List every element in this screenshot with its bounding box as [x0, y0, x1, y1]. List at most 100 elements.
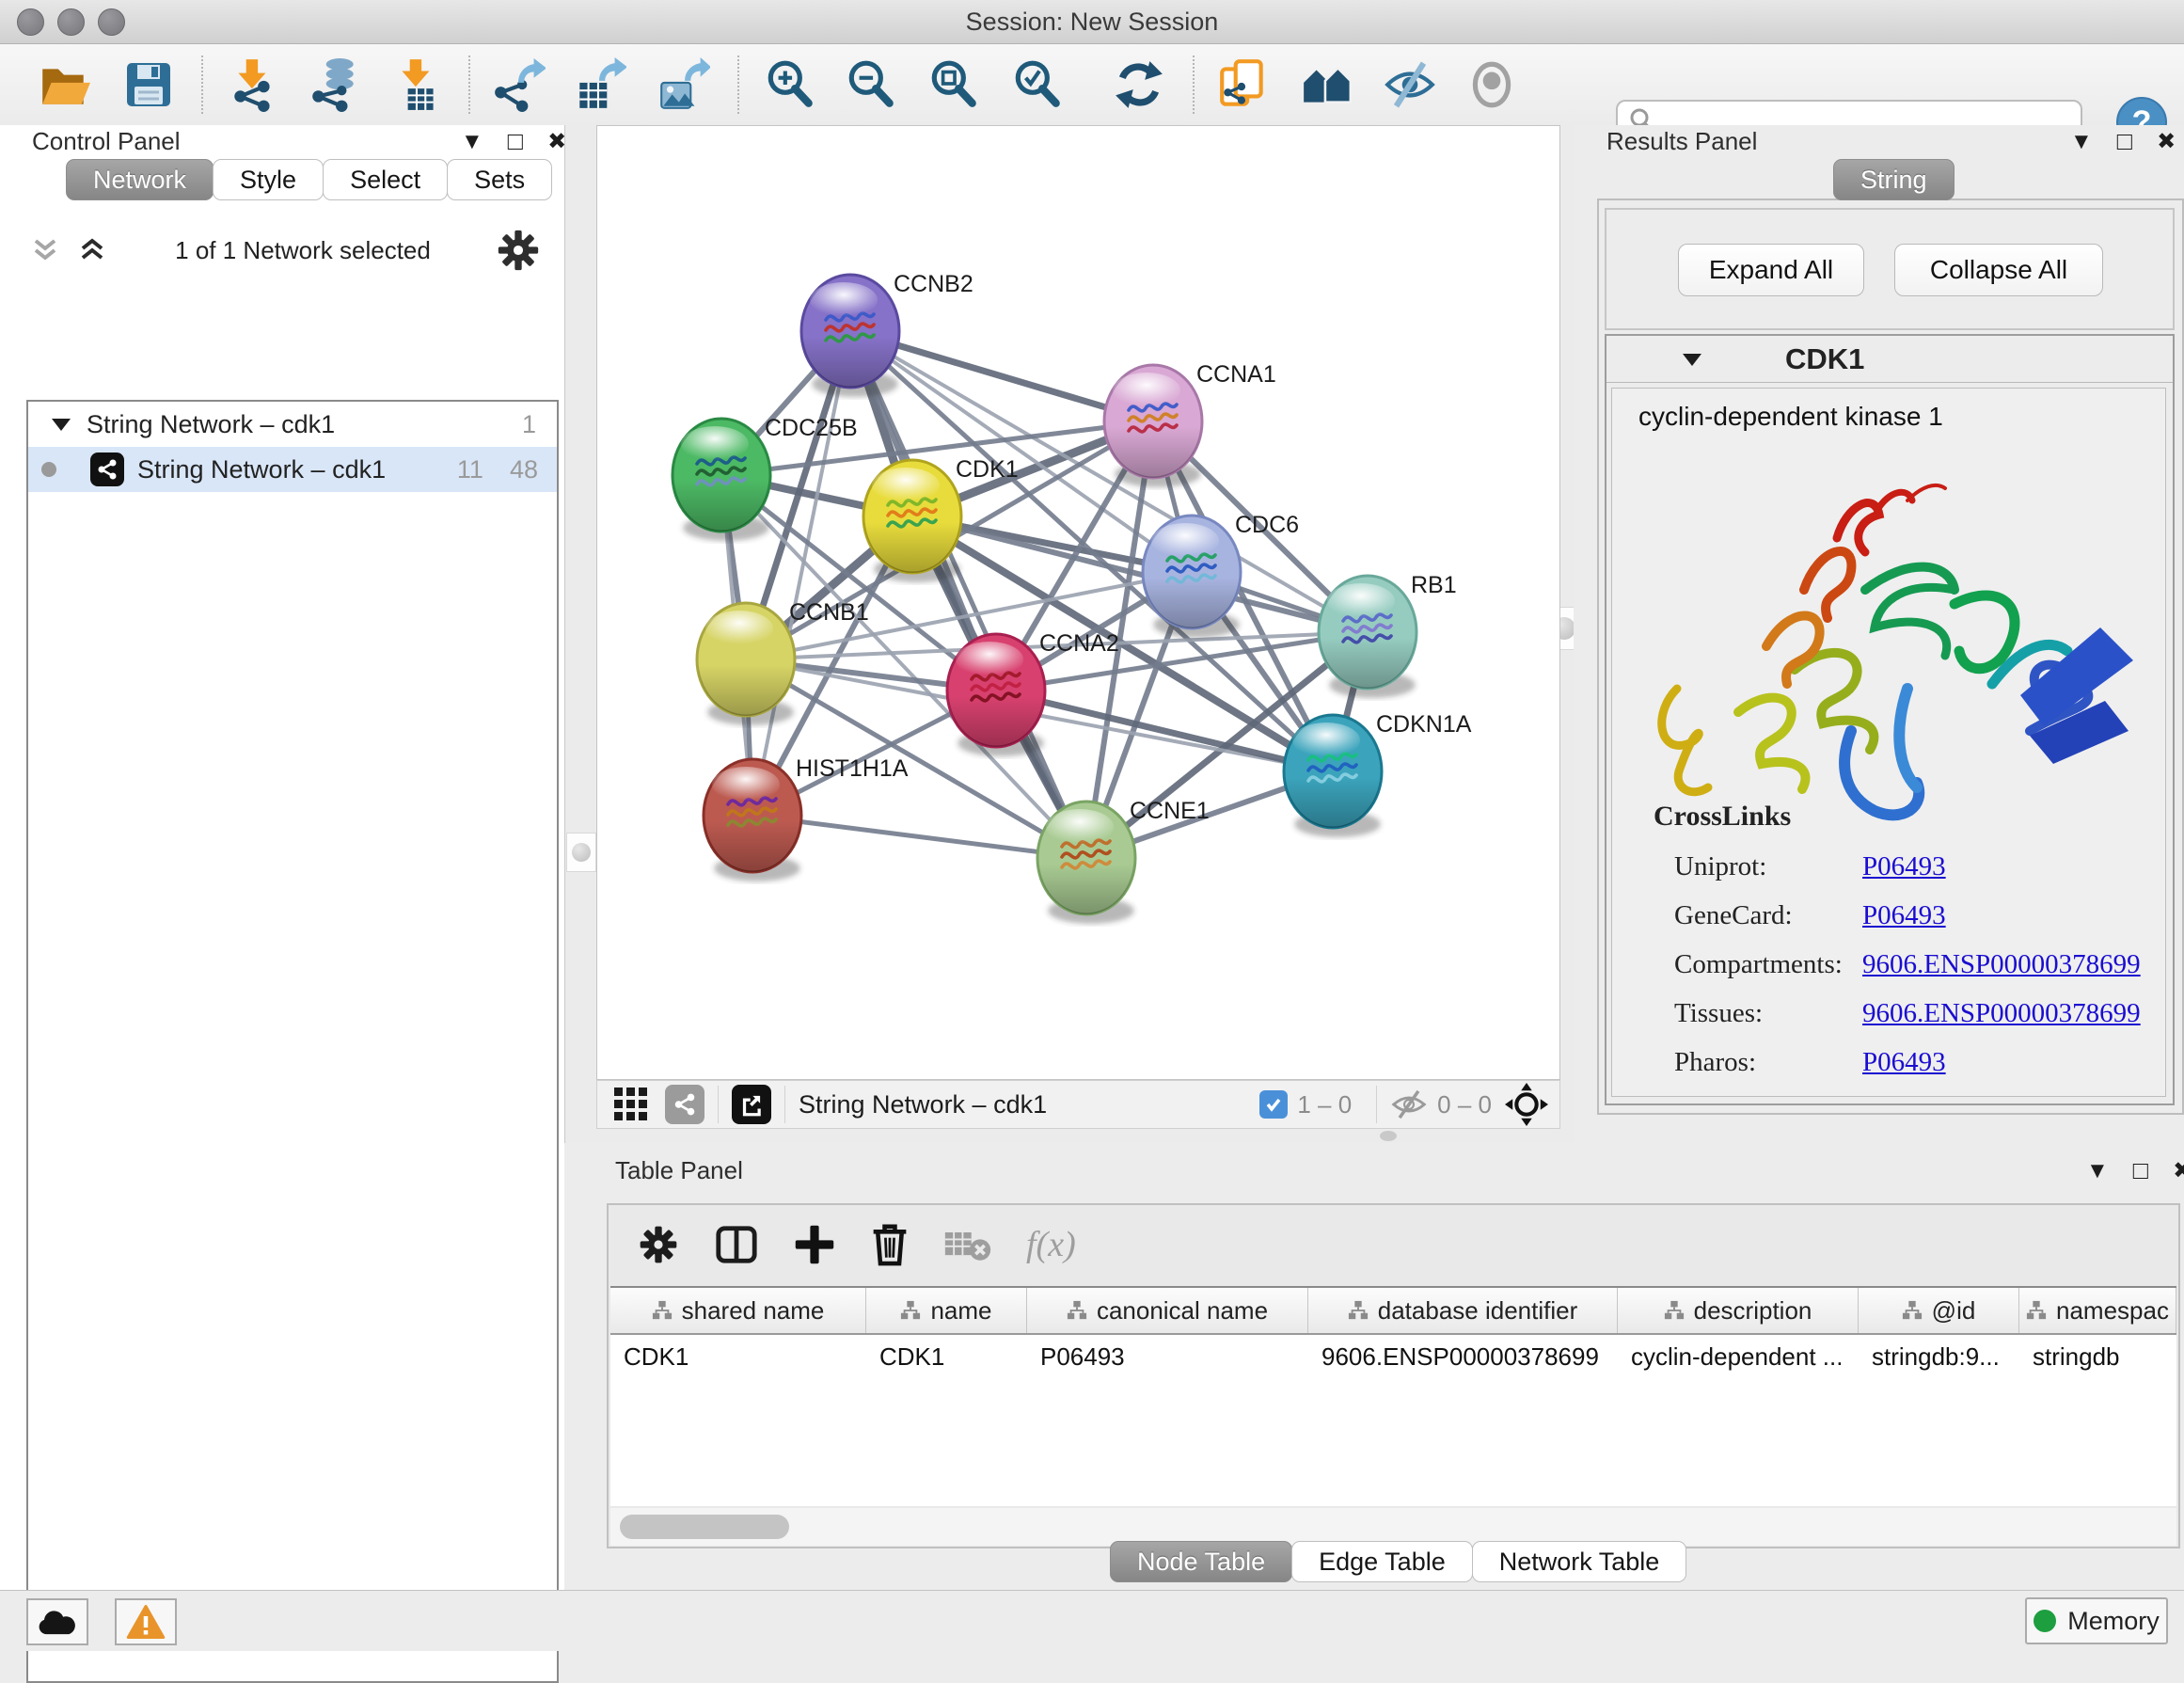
network-node-CCNA2[interactable]: [947, 634, 1045, 756]
tab-edge-table[interactable]: Edge Table: [1291, 1541, 1473, 1582]
memory-button[interactable]: Memory: [2025, 1597, 2168, 1644]
left-splitter[interactable]: [565, 125, 596, 1143]
network-node-CDKN1A[interactable]: [1284, 715, 1382, 837]
save-session-button[interactable]: [119, 55, 179, 115]
string-badge-icon[interactable]: [665, 1085, 704, 1124]
crosslink-link[interactable]: P06493: [1862, 851, 1946, 882]
node-result-header[interactable]: CDK1: [1606, 336, 2173, 383]
export-image-button[interactable]: [653, 55, 713, 115]
tab-select[interactable]: Select: [323, 159, 448, 200]
string-network-graph[interactable]: CCNB2CCNA1CDC25BCDK1CDC6RB1CCNB1CCNA2CDK…: [597, 126, 1559, 1079]
table-hscrollbar[interactable]: [610, 1508, 2176, 1546]
open-in-new-icon[interactable]: [732, 1085, 771, 1124]
open-session-button[interactable]: [34, 55, 94, 115]
column-label: shared name: [682, 1296, 825, 1326]
table-cell[interactable]: CDK1: [866, 1335, 1027, 1378]
table-cell[interactable]: 9606.ENSP00000378699: [1308, 1335, 1618, 1378]
hide-selected-button[interactable]: [1380, 55, 1440, 115]
tab-network[interactable]: Network: [66, 159, 214, 200]
birdseye-grid-icon[interactable]: [612, 1086, 650, 1123]
import-network-file-button[interactable]: [224, 55, 284, 115]
panel-close-icon[interactable]: ✖: [547, 131, 566, 153]
collapse-arrow-icon[interactable]: [1680, 347, 1704, 372]
delete-column-icon[interactable]: [870, 1223, 910, 1266]
expand-all-button[interactable]: Expand All: [1678, 244, 1864, 296]
panel-float-icon[interactable]: □: [508, 129, 523, 154]
zoom-fit-button[interactable]: [924, 55, 984, 115]
import-network-database-button[interactable]: [304, 55, 364, 115]
import-table-button[interactable]: [388, 55, 448, 115]
crosslink-link[interactable]: P06493: [1862, 900, 1946, 931]
network-options-gear-icon[interactable]: [497, 229, 540, 272]
tab-node-table[interactable]: Node Table: [1110, 1541, 1292, 1582]
panel-float-icon[interactable]: □: [2117, 129, 2132, 154]
table-cell[interactable]: stringdb: [2019, 1335, 2176, 1378]
scrollbar-thumb[interactable]: [620, 1515, 789, 1539]
network-canvas[interactable]: CCNB2CCNA1CDC25BCDK1CDC6RB1CCNB1CCNA2CDK…: [596, 125, 1560, 1080]
table-options-gear-icon[interactable]: [637, 1223, 680, 1266]
panel-float-icon[interactable]: □: [2133, 1158, 2148, 1183]
network-node-CCNB2[interactable]: [801, 275, 899, 397]
column-header-@id[interactable]: @id: [1859, 1288, 2019, 1333]
tab-network-table[interactable]: Network Table: [1472, 1541, 1687, 1582]
bottom-splitter-handle[interactable]: [1380, 1131, 1397, 1141]
expand-all-icon[interactable]: [75, 233, 109, 267]
warnings-button[interactable]: [115, 1598, 177, 1645]
column-header-canonical-name[interactable]: canonical name: [1027, 1288, 1308, 1333]
table-cell[interactable]: P06493: [1027, 1335, 1308, 1378]
column-header-description[interactable]: description: [1618, 1288, 1859, 1333]
zoom-in-button[interactable]: [760, 55, 820, 115]
home-button[interactable]: [1297, 55, 1357, 115]
network-node-CDK1[interactable]: [863, 460, 961, 582]
network-node-CCNE1[interactable]: [1037, 802, 1135, 924]
tab-style[interactable]: Style: [213, 159, 324, 200]
collapse-all-icon[interactable]: [28, 233, 62, 267]
network-node-CDC25B[interactable]: [673, 419, 770, 541]
collapse-all-button[interactable]: Collapse All: [1894, 244, 2103, 296]
tab-sets[interactable]: Sets: [447, 159, 552, 200]
table-row[interactable]: CDK1CDK1P064939606.ENSP00000378699cyclin…: [610, 1335, 2176, 1378]
add-column-icon[interactable]: [793, 1223, 836, 1266]
export-table-button[interactable]: [569, 55, 629, 115]
tab-string[interactable]: String: [1833, 159, 1955, 200]
network-node-CCNA1[interactable]: [1104, 365, 1202, 487]
crosslink-link[interactable]: 9606.ENSP00000378699: [1862, 949, 2141, 980]
panel-collapse-icon[interactable]: ▼: [461, 131, 483, 153]
cloud-button[interactable]: [26, 1598, 88, 1645]
column-header-namespac[interactable]: namespac: [2019, 1288, 2176, 1333]
zoom-out-button[interactable]: [841, 55, 901, 115]
hidden-eye-icon[interactable]: [1390, 1088, 1428, 1120]
zoom-selected-button[interactable]: [1007, 55, 1068, 115]
column-header-database-identifier[interactable]: database identifier: [1308, 1288, 1618, 1333]
network-edge-HIST1H1A-CCNE1[interactable]: [752, 816, 1086, 858]
show-columns-icon[interactable]: [714, 1222, 759, 1267]
panel-collapse-icon[interactable]: ▼: [2070, 131, 2093, 153]
column-header-shared-name[interactable]: shared name: [610, 1288, 866, 1333]
table-cell[interactable]: CDK1: [610, 1335, 866, 1378]
table-cell[interactable]: cyclin-dependent ...: [1618, 1335, 1859, 1378]
crosslink-link[interactable]: P06493: [1862, 1047, 1946, 1078]
table-cell[interactable]: stringdb:9...: [1859, 1335, 2019, 1378]
left-splitter-handle[interactable]: [566, 833, 596, 872]
refresh-button[interactable]: [1109, 55, 1169, 115]
tree-expander-icon[interactable]: [49, 412, 73, 437]
show-all-button[interactable]: [1462, 55, 1522, 115]
string-results-container: Expand All Collapse All CDK1 cyclin-depe…: [1597, 198, 2184, 1115]
column-header-name[interactable]: name: [866, 1288, 1027, 1333]
panel-close-icon[interactable]: ✖: [2157, 131, 2176, 153]
share-session-button[interactable]: [1213, 55, 1274, 115]
panel-close-icon[interactable]: ✖: [2173, 1160, 2184, 1183]
node-result-card: CDK1 cyclin-dependent kinase 1: [1605, 334, 2175, 1105]
network-node-CCNB1[interactable]: [697, 603, 795, 725]
network-row-selected[interactable]: String Network – cdk1 11 48: [28, 447, 557, 492]
network-node-RB1[interactable]: [1319, 576, 1416, 698]
panel-collapse-icon[interactable]: ▼: [2086, 1160, 2109, 1183]
crosslink-link[interactable]: 9606.ENSP00000378699: [1862, 998, 2141, 1029]
pan-crosshair-icon[interactable]: [1505, 1083, 1548, 1126]
network-edge-CCNB2-HIST1H1A[interactable]: [752, 331, 850, 816]
selected-checkbox-icon[interactable]: [1259, 1090, 1288, 1119]
network-collection-row[interactable]: String Network – cdk1 1: [28, 402, 557, 447]
network-node-HIST1H1A[interactable]: [704, 759, 801, 881]
network-node-CDC6[interactable]: [1143, 516, 1241, 638]
export-network-button[interactable]: [488, 55, 548, 115]
